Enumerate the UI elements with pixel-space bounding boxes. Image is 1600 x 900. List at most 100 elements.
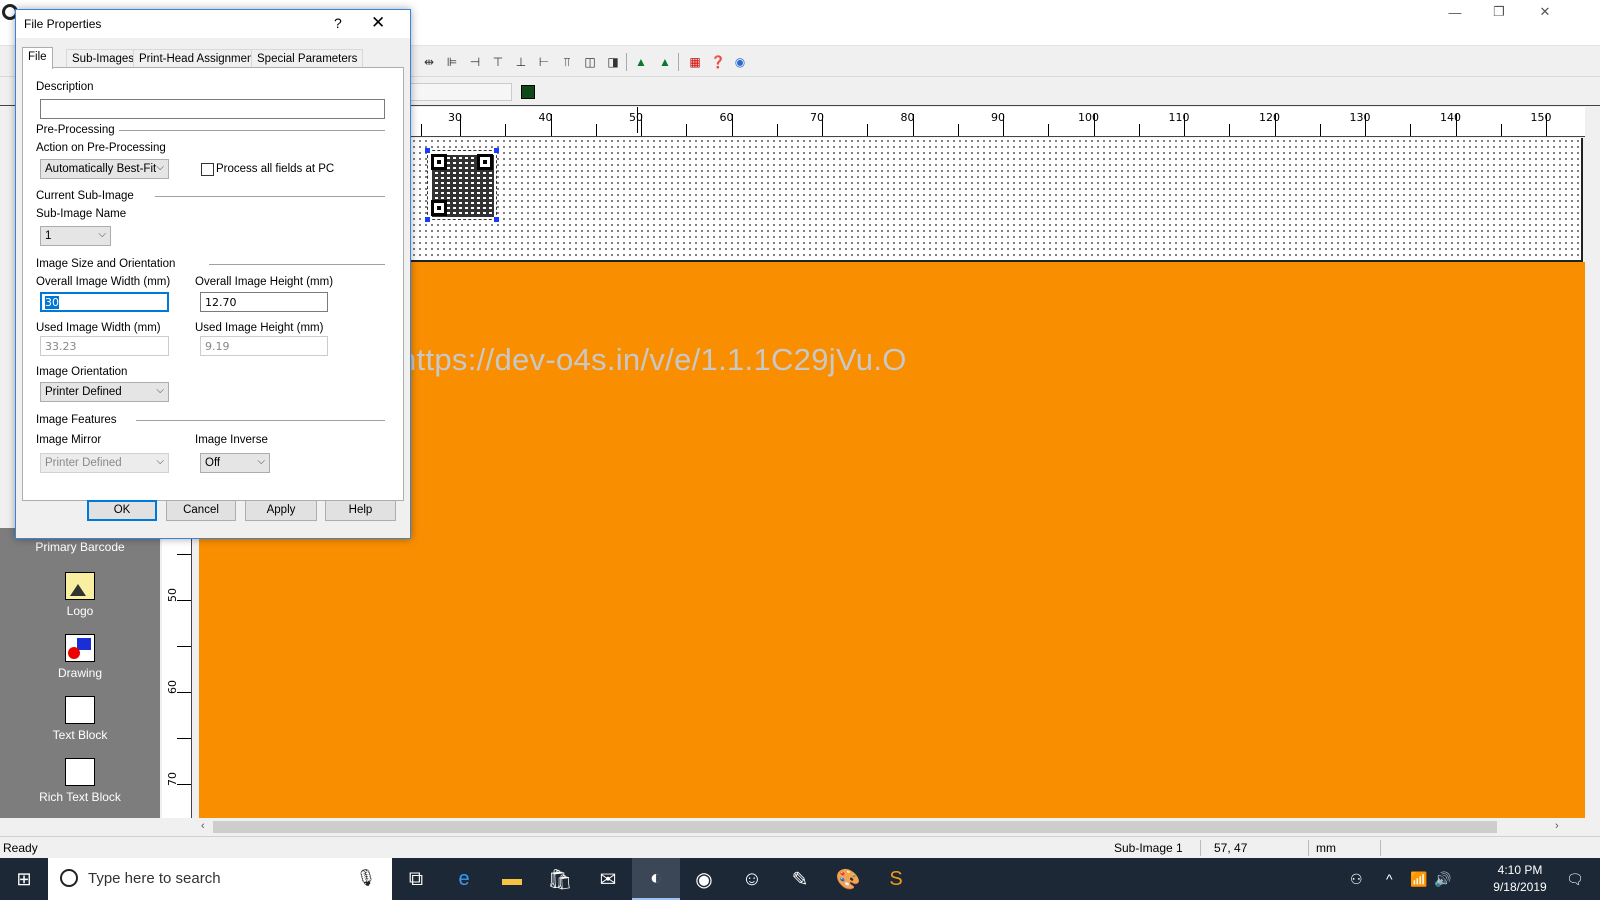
chevron-down-icon: ⌵ bbox=[98, 229, 106, 240]
action-preprocessing-select[interactable]: Automatically Best-Fit ⌵ bbox=[40, 159, 169, 179]
scroll-right-icon[interactable]: › bbox=[1555, 820, 1559, 832]
clock[interactable]: 4:10 PM 9/18/2019 bbox=[1480, 862, 1560, 896]
palette-text-block[interactable]: A☰ ☰ Text Block bbox=[0, 696, 160, 742]
dialog-title: File Properties bbox=[24, 17, 102, 31]
tab-file[interactable]: File bbox=[22, 47, 53, 69]
store-icon[interactable]: 🛍 bbox=[536, 858, 584, 900]
clock-date: 9/18/2019 bbox=[1493, 880, 1547, 894]
resize-handle[interactable] bbox=[425, 217, 430, 222]
notifications-icon[interactable]: 🗨 bbox=[1566, 858, 1584, 900]
scroll-left-icon[interactable]: ‹ bbox=[201, 820, 205, 832]
group-divider bbox=[209, 264, 385, 265]
space-horizontal-icon[interactable]: ⊢ bbox=[535, 53, 553, 71]
label-canvas[interactable] bbox=[405, 138, 1583, 262]
chrome-icon[interactable]: ◉ bbox=[680, 858, 728, 900]
ok-button[interactable]: OK bbox=[87, 500, 157, 521]
people-icon[interactable]: ⚇ bbox=[1350, 858, 1363, 900]
help-icon[interactable]: ❓ bbox=[709, 53, 727, 71]
file-explorer-icon[interactable]: ▬ bbox=[488, 858, 536, 900]
align-center-icon[interactable]: ⇹ bbox=[420, 53, 438, 71]
description-field[interactable] bbox=[40, 99, 385, 119]
ruler-tick bbox=[641, 114, 642, 136]
volume-icon[interactable]: 🔊 bbox=[1434, 858, 1451, 900]
qr-code-object[interactable] bbox=[425, 148, 499, 222]
url-text-object[interactable]: https://dev-o4s.in/v/e/1.1.1C29jVu.O bbox=[399, 342, 907, 378]
align-bottom-icon[interactable]: ⊥ bbox=[512, 53, 530, 71]
help-button[interactable]: Help bbox=[325, 500, 396, 521]
task-view-icon[interactable]: ⧉ bbox=[392, 858, 440, 900]
orientation-label: Image Orientation bbox=[36, 366, 128, 378]
minimize-button[interactable]: — bbox=[1432, 0, 1478, 24]
send-back-icon[interactable]: ◨ bbox=[604, 53, 622, 71]
overall-height-field[interactable]: 12.70 bbox=[200, 292, 328, 312]
chevron-down-icon: ⌵ bbox=[257, 456, 265, 467]
space-vertical-icon[interactable]: ⫪ bbox=[558, 53, 576, 71]
group-divider bbox=[136, 420, 385, 421]
align-left-icon[interactable]: ⊫ bbox=[443, 53, 461, 71]
horizontal-scrollbar[interactable]: ‹ › bbox=[199, 818, 1599, 836]
paint-icon[interactable]: ✎ bbox=[776, 858, 824, 900]
overall-height-label: Overall Image Height (mm) bbox=[195, 276, 334, 288]
ruler-tick bbox=[177, 600, 191, 601]
tab-special-parameters[interactable]: Special Parameters bbox=[251, 49, 364, 68]
resize-handle[interactable] bbox=[425, 148, 430, 153]
ruler-tick bbox=[1546, 114, 1547, 136]
chevron-down-icon: ⌵ bbox=[156, 385, 164, 396]
ruler-label: 130 bbox=[1349, 111, 1371, 124]
ruler-tick bbox=[1003, 114, 1004, 136]
overall-width-field[interactable]: 30 bbox=[40, 292, 169, 312]
align-top-icon[interactable]: ⊤ bbox=[489, 53, 507, 71]
flip-horizontal-icon[interactable]: ▲ bbox=[632, 53, 650, 71]
dialog-help-icon[interactable]: ? bbox=[334, 15, 342, 31]
ruler-tick bbox=[1365, 114, 1366, 136]
taskbar-search[interactable]: Type here to search 🎙 bbox=[48, 858, 392, 900]
bring-front-icon[interactable]: ◫ bbox=[581, 53, 599, 71]
microphone-icon[interactable]: 🎙 bbox=[356, 868, 376, 888]
ruler-tick bbox=[1048, 124, 1050, 136]
process-all-checkbox[interactable] bbox=[201, 163, 214, 176]
paint-3d-icon[interactable]: 🎨 bbox=[824, 858, 872, 900]
align-right-icon[interactable]: ⊣ bbox=[466, 53, 484, 71]
mail-icon[interactable]: ✉ bbox=[584, 858, 632, 900]
palette-rich-text-block[interactable]: RT☰ ☰ Rich Text Block bbox=[0, 758, 160, 804]
app-taskbar-icon[interactable]: ◐ bbox=[632, 858, 680, 900]
taskbar: ⊞ Type here to search 🎙 ⧉ e ▬ 🛍 ✉ ◐ ◉ ☺ … bbox=[0, 858, 1600, 900]
preprocessing-group-label: Pre-Processing bbox=[36, 124, 115, 136]
resize-handle[interactable] bbox=[494, 148, 499, 153]
ruler-label: 150 bbox=[1530, 111, 1552, 124]
orientation-select[interactable]: Printer Defined ⌵ bbox=[40, 382, 169, 402]
cancel-button[interactable]: Cancel bbox=[166, 500, 236, 521]
ruler-tick bbox=[822, 114, 823, 136]
sublime-text-icon[interactable]: S bbox=[872, 858, 920, 900]
palette-drawing[interactable]: Drawing bbox=[0, 634, 160, 680]
palette-primary-barcode[interactable]: Primary Barcode bbox=[0, 540, 160, 554]
rich-text-icon: RT☰ ☰ bbox=[65, 758, 95, 786]
chat-app-icon[interactable]: ☺ bbox=[728, 858, 776, 900]
ruler-tick bbox=[595, 124, 597, 136]
subimage-name-select[interactable]: 1 ⌵ bbox=[40, 226, 111, 246]
resize-handle[interactable] bbox=[494, 217, 499, 222]
wifi-icon[interactable]: 📶 bbox=[1410, 858, 1427, 900]
palette-item-label: Text Block bbox=[52, 728, 108, 742]
close-window-button[interactable]: ✕ bbox=[1522, 0, 1568, 24]
tab-sub-images[interactable]: Sub-Images bbox=[66, 49, 141, 68]
about-icon[interactable]: ◉ bbox=[731, 53, 749, 71]
ruler-tick bbox=[460, 114, 461, 136]
print-preview-icon[interactable]: ▦ bbox=[686, 53, 704, 71]
printer-status-icon[interactable] bbox=[521, 85, 535, 99]
flip-vertical-icon[interactable]: ▲ bbox=[656, 53, 674, 71]
inverse-select[interactable]: Off ⌵ bbox=[200, 453, 270, 473]
edge-icon[interactable]: e bbox=[440, 858, 488, 900]
apply-button[interactable]: Apply bbox=[245, 500, 317, 521]
ruler-tick bbox=[1410, 124, 1412, 136]
current-subimage-group-label: Current Sub-Image bbox=[36, 190, 134, 202]
restore-button[interactable]: ❐ bbox=[1476, 0, 1522, 24]
toolbar-field[interactable] bbox=[400, 83, 512, 101]
ruler-tick bbox=[1138, 124, 1140, 136]
tray-chevron-icon[interactable]: ^ bbox=[1386, 858, 1393, 900]
dialog-close-icon[interactable]: ✕ bbox=[371, 13, 385, 33]
tab-print-head-assignment[interactable]: Print-Head Assignment bbox=[133, 49, 263, 68]
windows-start-icon[interactable]: ⊞ bbox=[0, 858, 48, 900]
scrollbar-thumb[interactable] bbox=[213, 821, 1497, 833]
palette-logo[interactable]: Logo bbox=[0, 572, 160, 618]
